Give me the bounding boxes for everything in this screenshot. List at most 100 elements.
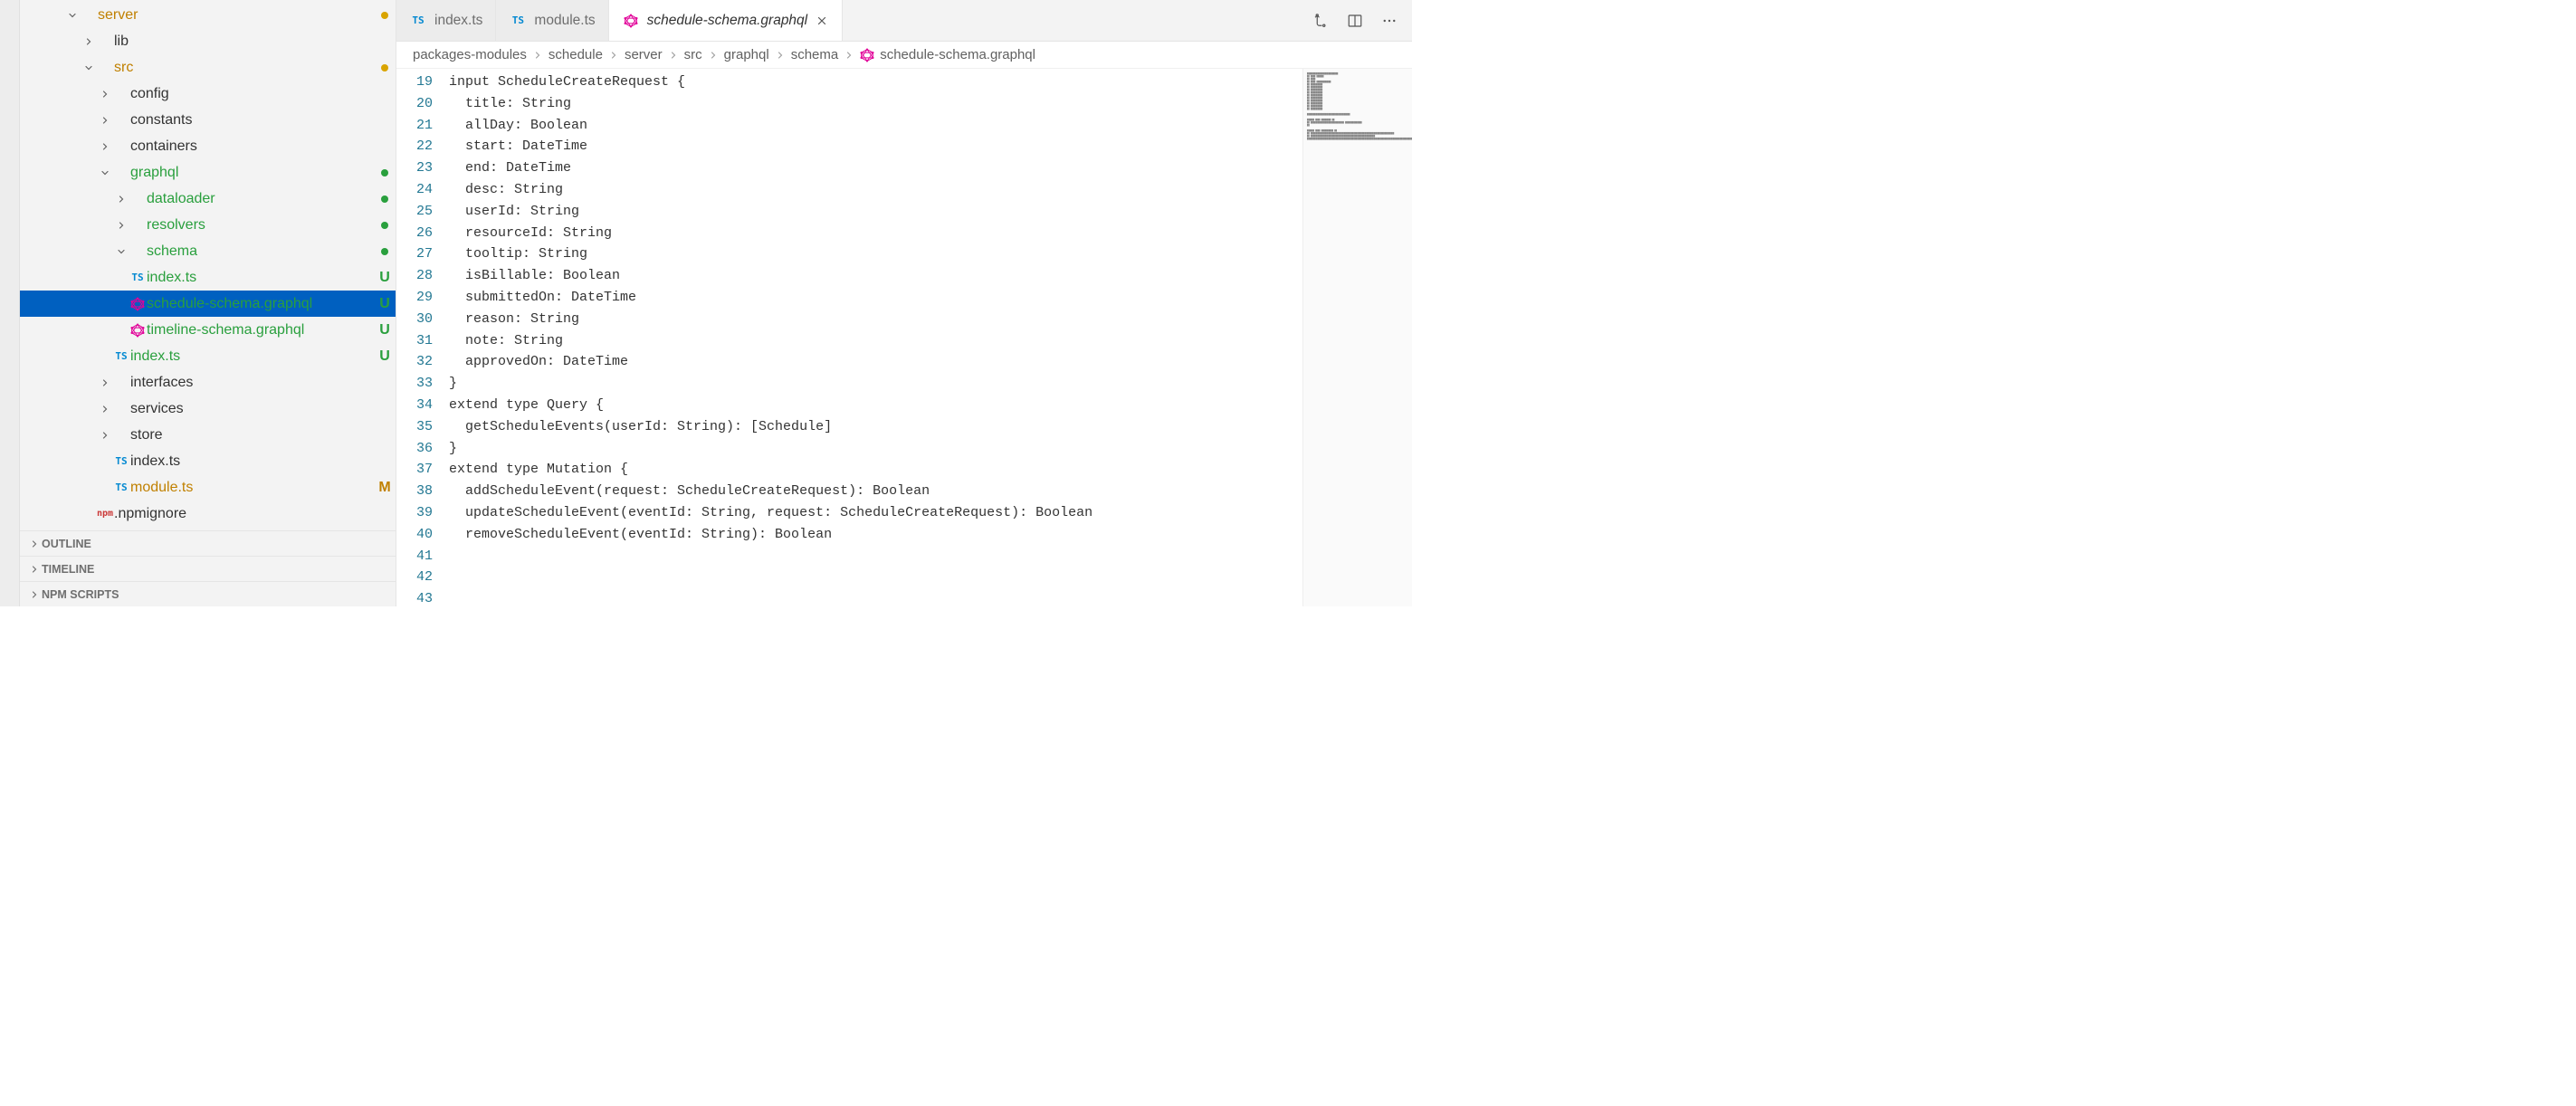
breadcrumb-schedule[interactable]: schedule xyxy=(549,47,603,62)
code-line[interactable]: allDay: Boolean xyxy=(449,115,1303,137)
typescript-icon: TS xyxy=(131,272,143,283)
tree-item-label: schema xyxy=(147,243,374,260)
tree-item-containers[interactable]: containers xyxy=(20,133,396,159)
tree-item-dataloader[interactable]: dataloader xyxy=(20,186,396,212)
line-number: 36 xyxy=(396,438,433,460)
line-number: 23 xyxy=(396,157,433,179)
code-line[interactable]: updateScheduleEvent(eventId: String, req… xyxy=(449,502,1303,524)
line-number: 26 xyxy=(396,223,433,244)
tab-module-ts[interactable]: TSmodule.ts xyxy=(496,0,608,41)
tree-item-lib[interactable]: lib xyxy=(20,28,396,54)
tab-index-ts[interactable]: TS index.ts xyxy=(396,0,496,41)
tree-item-constants[interactable]: constants xyxy=(20,107,396,133)
breadcrumb-packages-modules[interactable]: packages-modules xyxy=(413,47,527,62)
graphql-icon xyxy=(130,323,145,338)
code-line[interactable]: } xyxy=(449,373,1303,395)
line-number-gutter: 1920212223242526272829303132333435363738… xyxy=(396,69,449,606)
editor-area[interactable]: 1920212223242526272829303132333435363738… xyxy=(396,69,1412,606)
line-number: 40 xyxy=(396,524,433,546)
code-line[interactable]: extend type Mutation { xyxy=(449,459,1303,481)
compare-changes-icon[interactable] xyxy=(1312,13,1329,29)
tree-item-timeline-schema-graphql[interactable]: timeline-schema.graphqlU xyxy=(20,317,396,343)
panel-npm-scripts[interactable]: NPM SCRIPTS xyxy=(20,581,396,606)
breadcrumbs[interactable]: packages-modules schedule server src graphql… xyxy=(396,42,1412,69)
typescript-icon: TS xyxy=(412,14,424,26)
line-number: 29 xyxy=(396,287,433,309)
file-tree[interactable]: serverlibsrcconfigconstantscontainersgra… xyxy=(20,0,396,530)
code-content[interactable]: input ScheduleCreateRequest { title: Str… xyxy=(449,69,1303,606)
chevron-right-icon xyxy=(608,50,619,61)
code-line[interactable]: removeScheduleEvent(eventId: String): Bo… xyxy=(449,524,1303,546)
tree-item-schedule-schema-graphql[interactable]: schedule-schema.graphqlU xyxy=(20,291,396,317)
tree-item-module-ts[interactable]: TSmodule.tsM xyxy=(20,474,396,501)
code-line[interactable]: approvedOn: DateTime xyxy=(449,351,1303,373)
code-line[interactable]: start: DateTime xyxy=(449,136,1303,157)
chevron-right-icon xyxy=(98,430,112,441)
graphql-icon xyxy=(130,297,145,311)
minimap[interactable]: ██████████████████████████ ██ ████ █████… xyxy=(1303,69,1412,606)
explorer-sidebar: serverlibsrcconfigconstantscontainersgra… xyxy=(20,0,396,606)
line-number: 21 xyxy=(396,115,433,137)
line-number: 19 xyxy=(396,72,433,93)
tree-item-graphql[interactable]: graphql xyxy=(20,159,396,186)
code-line[interactable]: extend type Query { xyxy=(449,395,1303,416)
git-untracked-dot-icon xyxy=(381,248,388,255)
tab-label: module.ts xyxy=(534,13,595,29)
code-line[interactable]: addScheduleEvent(request: ScheduleCreate… xyxy=(449,481,1303,502)
line-number: 33 xyxy=(396,373,433,395)
more-actions-icon[interactable] xyxy=(1381,13,1398,29)
breadcrumb-src[interactable]: src xyxy=(684,47,702,62)
tree-item-src[interactable]: src xyxy=(20,54,396,81)
code-line[interactable]: } xyxy=(449,438,1303,460)
close-icon[interactable] xyxy=(815,14,829,28)
tab-schedule-schema-graphql[interactable]: schedule-schema.graphql xyxy=(609,0,844,41)
code-line[interactable]: title: String xyxy=(449,93,1303,115)
activity-bar[interactable] xyxy=(0,0,20,606)
tree-item-server[interactable]: server xyxy=(20,2,396,28)
tree-item-config[interactable]: config xyxy=(20,81,396,107)
chevron-right-icon xyxy=(98,115,112,126)
tree-item-interfaces[interactable]: interfaces xyxy=(20,369,396,396)
panel-outline[interactable]: OUTLINE xyxy=(20,530,396,556)
line-number: 25 xyxy=(396,201,433,223)
git-untracked-dot-icon xyxy=(381,222,388,229)
code-line[interactable]: input ScheduleCreateRequest { xyxy=(449,72,1303,93)
breadcrumb-server[interactable]: server xyxy=(625,47,663,62)
panel-timeline[interactable]: TIMELINE xyxy=(20,556,396,581)
split-editor-icon[interactable] xyxy=(1347,13,1363,29)
code-line[interactable]: resourceId: String xyxy=(449,223,1303,244)
chevron-down-icon xyxy=(114,246,129,257)
tree-item-label: dataloader xyxy=(147,191,374,207)
code-line[interactable]: userId: String xyxy=(449,201,1303,223)
breadcrumb-graphql[interactable]: graphql xyxy=(724,47,769,62)
breadcrumb-schedule-schema-graphql[interactable]: schedule-schema.graphql xyxy=(880,47,1035,62)
line-number: 30 xyxy=(396,309,433,330)
tree-item-index-ts[interactable]: TSindex.tsU xyxy=(20,343,396,369)
tab-label: index.ts xyxy=(434,13,482,29)
tree-item-index-ts[interactable]: TSindex.ts xyxy=(20,448,396,474)
typescript-icon: TS xyxy=(115,481,127,493)
git-status-modified: M xyxy=(378,480,390,495)
code-line[interactable]: tooltip: String xyxy=(449,243,1303,265)
git-status-untracked: U xyxy=(379,348,390,364)
code-line[interactable]: getScheduleEvents(userId: String): [Sche… xyxy=(449,416,1303,438)
line-number: 42 xyxy=(396,567,433,588)
tree-item-index-ts[interactable]: TSindex.tsU xyxy=(20,264,396,291)
code-line[interactable]: note: String xyxy=(449,330,1303,352)
code-line[interactable]: end: DateTime xyxy=(449,157,1303,179)
chevron-down-icon xyxy=(81,62,96,73)
panel-label: OUTLINE xyxy=(42,538,91,550)
code-line[interactable]: desc: String xyxy=(449,179,1303,201)
tree-item-services[interactable]: services xyxy=(20,396,396,422)
git-modified-dot-icon xyxy=(381,64,388,72)
tree-item-schema[interactable]: schema xyxy=(20,238,396,264)
breadcrumb-schema[interactable]: schema xyxy=(791,47,839,62)
tab-bar[interactable]: TS index.ts TSmodule.tsschedule-schema.gra… xyxy=(396,0,1412,42)
tree-item--npmignore[interactable]: npm.npmignore xyxy=(20,501,396,527)
code-line[interactable]: isBillable: Boolean xyxy=(449,265,1303,287)
tree-item-store[interactable]: store xyxy=(20,422,396,448)
tree-item-resolvers[interactable]: resolvers xyxy=(20,212,396,238)
code-line[interactable]: submittedOn: DateTime xyxy=(449,287,1303,309)
code-line[interactable]: reason: String xyxy=(449,309,1303,330)
tree-item-label: index.ts xyxy=(147,270,374,286)
